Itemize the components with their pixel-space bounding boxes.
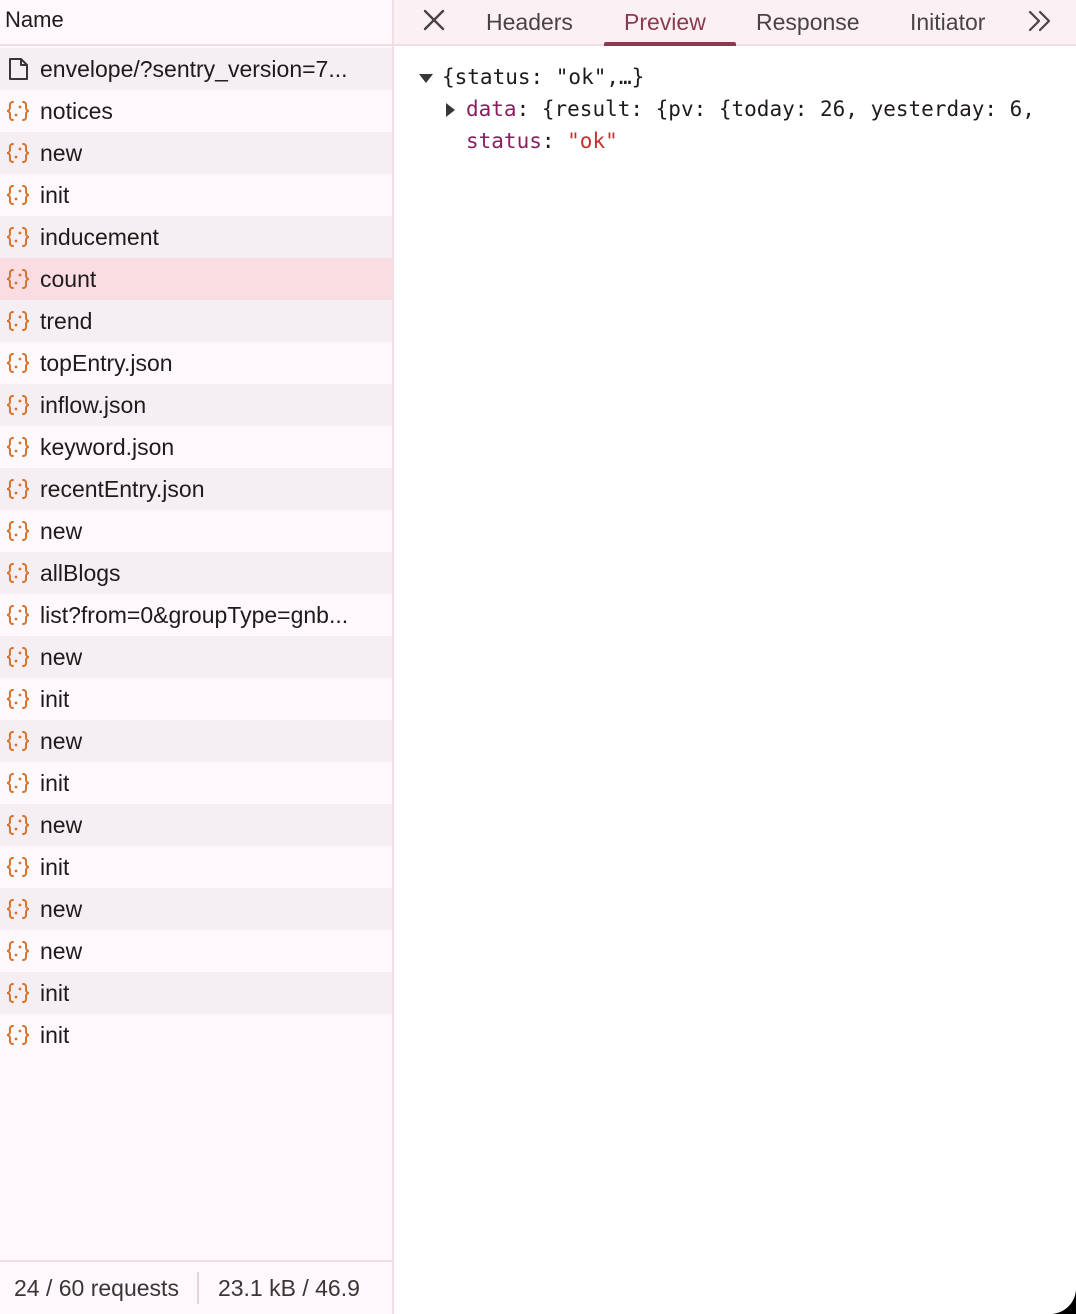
request-row[interactable]: list?from=0&groupType=gnb... [0, 594, 392, 636]
request-name: init [40, 853, 70, 880]
request-name: allBlogs [40, 559, 121, 586]
request-name: init [40, 979, 70, 1006]
json-braces-icon [5, 814, 31, 836]
json-braces-icon [5, 730, 31, 752]
request-row[interactable]: keyword.json [0, 426, 392, 468]
json-braces-icon [5, 142, 31, 164]
json-data-summary: {result: {pv: {today: 26, yesterday: 6, [541, 97, 1035, 121]
json-braces-icon [5, 436, 31, 458]
request-name: init [40, 685, 70, 712]
request-count: 24 / 60 requests [14, 1274, 179, 1301]
request-name: inflow.json [40, 391, 147, 418]
request-name: topEntry.json [40, 349, 173, 376]
detail-tab-bar: Headers Preview Response Initiator [394, 0, 1076, 46]
request-name: init [40, 1021, 70, 1048]
request-row[interactable]: notices [0, 90, 392, 132]
json-braces-icon [5, 982, 31, 1004]
request-row[interactable]: new [0, 132, 392, 174]
request-list: envelope/?sentry_version=7...notices new i… [0, 48, 392, 1056]
json-braces-icon [5, 688, 31, 710]
json-key-status: status [466, 129, 542, 153]
request-row[interactable]: new [0, 510, 392, 552]
request-row[interactable]: allBlogs [0, 552, 392, 594]
json-braces-icon [5, 352, 31, 374]
request-row[interactable]: init [0, 846, 392, 888]
json-braces-icon [5, 226, 31, 248]
request-row[interactable]: trend [0, 300, 392, 342]
request-name: recentEntry.json [40, 475, 205, 502]
request-row[interactable]: init [0, 972, 392, 1014]
request-name: init [40, 181, 70, 208]
network-status-bar: 24 / 60 requests 23.1 kB / 46.9 [0, 1260, 392, 1314]
request-name: notices [40, 97, 113, 124]
json-status-value: "ok" [567, 129, 618, 153]
json-braces-icon [5, 478, 31, 500]
json-key-data: data [466, 97, 517, 121]
request-row[interactable]: new [0, 930, 392, 972]
request-name: init [40, 769, 70, 796]
tab-initiator[interactable]: Initiator [910, 0, 985, 46]
request-row[interactable]: new [0, 636, 392, 678]
devtools-network-panel: Name envelope/?sentry_version=7...notice… [0, 0, 1076, 1314]
json-braces-icon [5, 394, 31, 416]
json-braces-icon [5, 562, 31, 584]
request-name: list?from=0&groupType=gnb... [40, 601, 349, 628]
request-name: new [40, 895, 83, 922]
request-name: new [40, 139, 83, 166]
request-row[interactable]: count [0, 258, 392, 300]
close-icon[interactable] [422, 8, 446, 32]
tab-preview[interactable]: Preview [624, 0, 706, 46]
request-name: keyword.json [40, 433, 175, 460]
request-row[interactable]: init [0, 174, 392, 216]
expand-triangle-right-icon[interactable] [444, 102, 456, 118]
json-braces-icon [5, 940, 31, 962]
request-list-pane: Name envelope/?sentry_version=7...notice… [0, 0, 394, 1314]
request-name: new [40, 643, 83, 670]
transfer-size: 23.1 kB / 46.9 [217, 1274, 360, 1301]
json-braces-icon [5, 898, 31, 920]
request-row[interactable]: init [0, 1014, 392, 1056]
json-braces-icon [5, 604, 31, 626]
json-braces-icon [5, 268, 31, 290]
tab-response[interactable]: Response [756, 0, 860, 46]
json-braces-icon [5, 1024, 31, 1046]
expand-triangle-down-icon[interactable] [418, 72, 434, 84]
request-row[interactable]: topEntry.json [0, 342, 392, 384]
request-row[interactable]: new [0, 720, 392, 762]
request-name: inducement [40, 223, 159, 250]
request-detail-pane: Headers Preview Response Initiator {stat… [394, 0, 1076, 1314]
request-row[interactable]: envelope/?sentry_version=7... [0, 48, 392, 90]
json-braces-icon [5, 520, 31, 542]
request-row[interactable]: inflow.json [0, 384, 392, 426]
request-row[interactable]: init [0, 678, 392, 720]
json-braces-icon [5, 184, 31, 206]
request-name: new [40, 517, 83, 544]
request-row[interactable]: inducement [0, 216, 392, 258]
json-braces-icon [5, 310, 31, 332]
json-preview: {status: "ok",…} data: {result: {pv: {to… [394, 48, 1076, 168]
document-icon [5, 58, 31, 80]
request-name: new [40, 937, 83, 964]
request-name: new [40, 811, 83, 838]
json-braces-icon [5, 646, 31, 668]
json-braces-icon [5, 100, 31, 122]
request-row[interactable]: new [0, 804, 392, 846]
request-name: envelope/?sentry_version=7... [40, 55, 348, 82]
active-tab-indicator [604, 42, 736, 46]
tab-headers[interactable]: Headers [486, 0, 573, 46]
request-name: new [40, 727, 83, 754]
name-column-header[interactable]: Name [0, 0, 392, 46]
json-braces-icon [5, 772, 31, 794]
request-row[interactable]: new [0, 888, 392, 930]
request-name: trend [40, 307, 93, 334]
request-name: count [40, 265, 97, 292]
json-data-row[interactable]: data: {result: {pv: {today: 26, yesterda… [466, 94, 1035, 124]
more-tabs-chevron-icon[interactable] [1026, 9, 1054, 33]
request-row[interactable]: init [0, 762, 392, 804]
json-braces-icon [5, 856, 31, 878]
json-status-row: status: "ok" [466, 129, 618, 153]
json-root-summary[interactable]: {status: "ok",…} [442, 62, 644, 92]
request-row[interactable]: recentEntry.json [0, 468, 392, 510]
